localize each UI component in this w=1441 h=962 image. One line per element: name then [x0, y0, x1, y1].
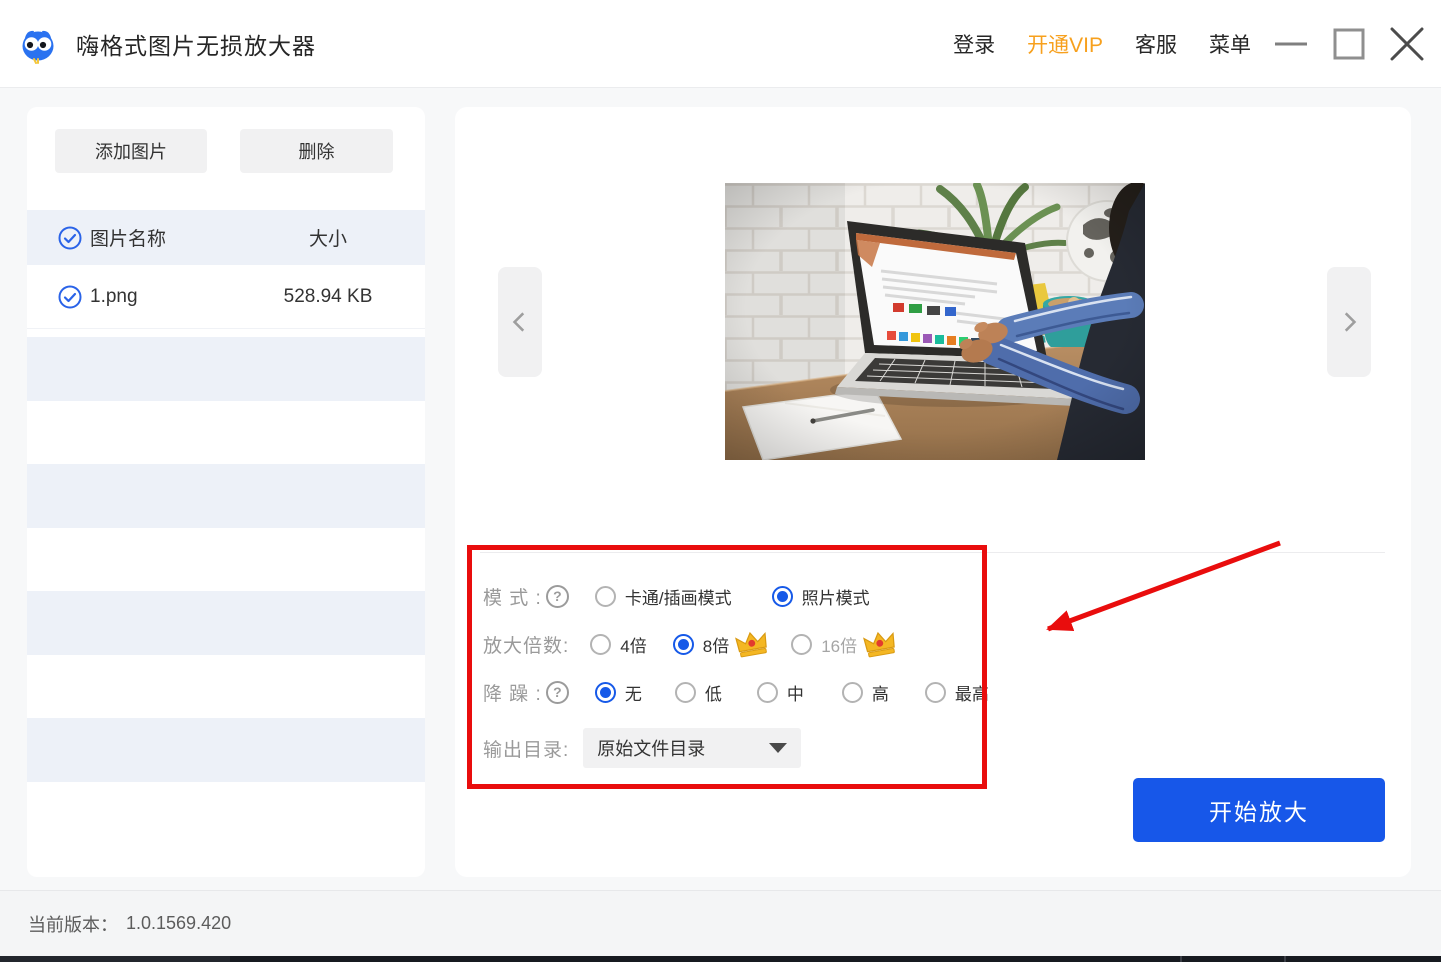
nav-menu[interactable]: 菜单 — [1209, 29, 1251, 59]
owl-logo-icon — [18, 24, 58, 64]
output-directory-select[interactable]: 原始文件目录 — [583, 728, 801, 768]
close-icon[interactable] — [1389, 26, 1425, 62]
list-item — [27, 401, 425, 465]
minimize-icon[interactable] — [1273, 26, 1309, 62]
dropdown-arrow-icon — [769, 743, 787, 753]
file-name: 1.png — [90, 286, 240, 308]
version-value: 1.0.1569.420 — [126, 913, 231, 934]
radio-denoise-medium[interactable] — [757, 682, 778, 703]
title-bar: 嗨格式图片无损放大器 登录 开通VIP 客服 菜单 — [0, 0, 1441, 88]
file-row[interactable]: 1.png 528.94 KB — [27, 265, 425, 329]
radio-denoise-high[interactable] — [842, 682, 863, 703]
denoise-help-icon[interactable]: ? — [546, 681, 569, 704]
version-label: 当前版本： — [28, 911, 118, 937]
denoise-high-label[interactable]: 高 — [872, 680, 889, 705]
scale-setting-row: 放大倍数: 4倍 8倍 16倍 — [483, 629, 897, 659]
delete-button[interactable]: 删除 — [240, 129, 393, 173]
vip-crown-icon — [733, 628, 771, 660]
window-controls — [1273, 0, 1425, 88]
previous-image-button[interactable] — [498, 267, 542, 377]
taskbar-edge — [0, 956, 1441, 962]
nav-vip[interactable]: 开通VIP — [1027, 29, 1103, 59]
denoise-setting-row: 降 躁 : ? 无 低 中 高 最高 — [483, 677, 989, 707]
preview-image — [725, 183, 1145, 460]
status-bar: 当前版本： 1.0.1569.420 — [0, 890, 1441, 956]
list-item — [27, 718, 425, 782]
mode-label: 模 式 : — [483, 583, 542, 610]
vip-crown-icon — [861, 628, 899, 660]
file-list-header: 图片名称 大小 — [27, 210, 425, 265]
denoise-label: 降 躁 : — [483, 679, 542, 706]
nav-support[interactable]: 客服 — [1135, 29, 1177, 59]
radio-scale-16x[interactable] — [791, 634, 812, 655]
radio-scale-8x[interactable] — [673, 634, 694, 655]
denoise-none-label[interactable]: 无 — [625, 680, 642, 705]
column-size: 大小 — [248, 224, 408, 251]
output-setting-row: 输出目录: 原始文件目录 — [483, 726, 801, 770]
scale-8x-label[interactable]: 8倍 — [703, 632, 729, 657]
scale-label: 放大倍数: — [483, 631, 569, 658]
mode-setting-row: 模 式 : ? 卡通/插画模式 照片模式 — [483, 581, 870, 611]
list-item — [27, 655, 425, 719]
chevron-right-icon — [1336, 309, 1362, 335]
photo-mode-label[interactable]: 照片模式 — [802, 584, 870, 609]
column-name: 图片名称 — [90, 224, 240, 251]
red-arrow-annotation — [1020, 531, 1300, 649]
file-panel: 添加图片 删除 图片名称 大小 1.png 528.94 KB — [27, 107, 425, 877]
scale-4x-label[interactable]: 4倍 — [620, 632, 646, 657]
top-nav: 登录 开通VIP 客服 菜单 — [953, 0, 1251, 88]
list-item — [27, 528, 425, 592]
app-window: 嗨格式图片无损放大器 登录 开通VIP 客服 菜单 添加图片 删除 — [0, 0, 1441, 962]
radio-cartoon-mode[interactable] — [595, 586, 616, 607]
maximize-icon[interactable] — [1331, 26, 1367, 62]
select-all-checkbox-icon[interactable] — [58, 226, 82, 250]
output-label: 输出目录: — [483, 735, 569, 762]
scale-16x-label[interactable]: 16倍 — [821, 632, 857, 657]
radio-denoise-low[interactable] — [675, 682, 696, 703]
cartoon-mode-label[interactable]: 卡通/插画模式 — [625, 584, 732, 609]
nav-login[interactable]: 登录 — [953, 29, 995, 59]
empty-file-rows — [27, 337, 425, 845]
app-title: 嗨格式图片无损放大器 — [76, 0, 316, 88]
denoise-medium-label[interactable]: 中 — [787, 680, 804, 705]
radio-scale-4x[interactable] — [590, 634, 611, 655]
settings-divider — [480, 552, 1385, 553]
chevron-left-icon — [507, 309, 533, 335]
denoise-low-label[interactable]: 低 — [705, 680, 722, 705]
preview-panel: 模 式 : ? 卡通/插画模式 照片模式 放大倍数: 4倍 8倍 16倍 — [455, 107, 1411, 877]
mode-help-icon[interactable]: ? — [546, 585, 569, 608]
add-image-button[interactable]: 添加图片 — [55, 129, 207, 173]
file-size: 528.94 KB — [248, 286, 408, 308]
list-item — [27, 782, 425, 846]
list-item — [27, 591, 425, 655]
list-item — [27, 337, 425, 401]
denoise-max-label[interactable]: 最高 — [955, 680, 989, 705]
output-directory-value: 原始文件目录 — [597, 735, 705, 761]
start-enlarge-button[interactable]: 开始放大 — [1133, 778, 1385, 842]
file-checkbox-icon[interactable] — [58, 285, 82, 309]
next-image-button[interactable] — [1327, 267, 1371, 377]
radio-photo-mode[interactable] — [772, 586, 793, 607]
radio-denoise-none[interactable] — [595, 682, 616, 703]
list-item — [27, 464, 425, 528]
radio-denoise-max[interactable] — [925, 682, 946, 703]
